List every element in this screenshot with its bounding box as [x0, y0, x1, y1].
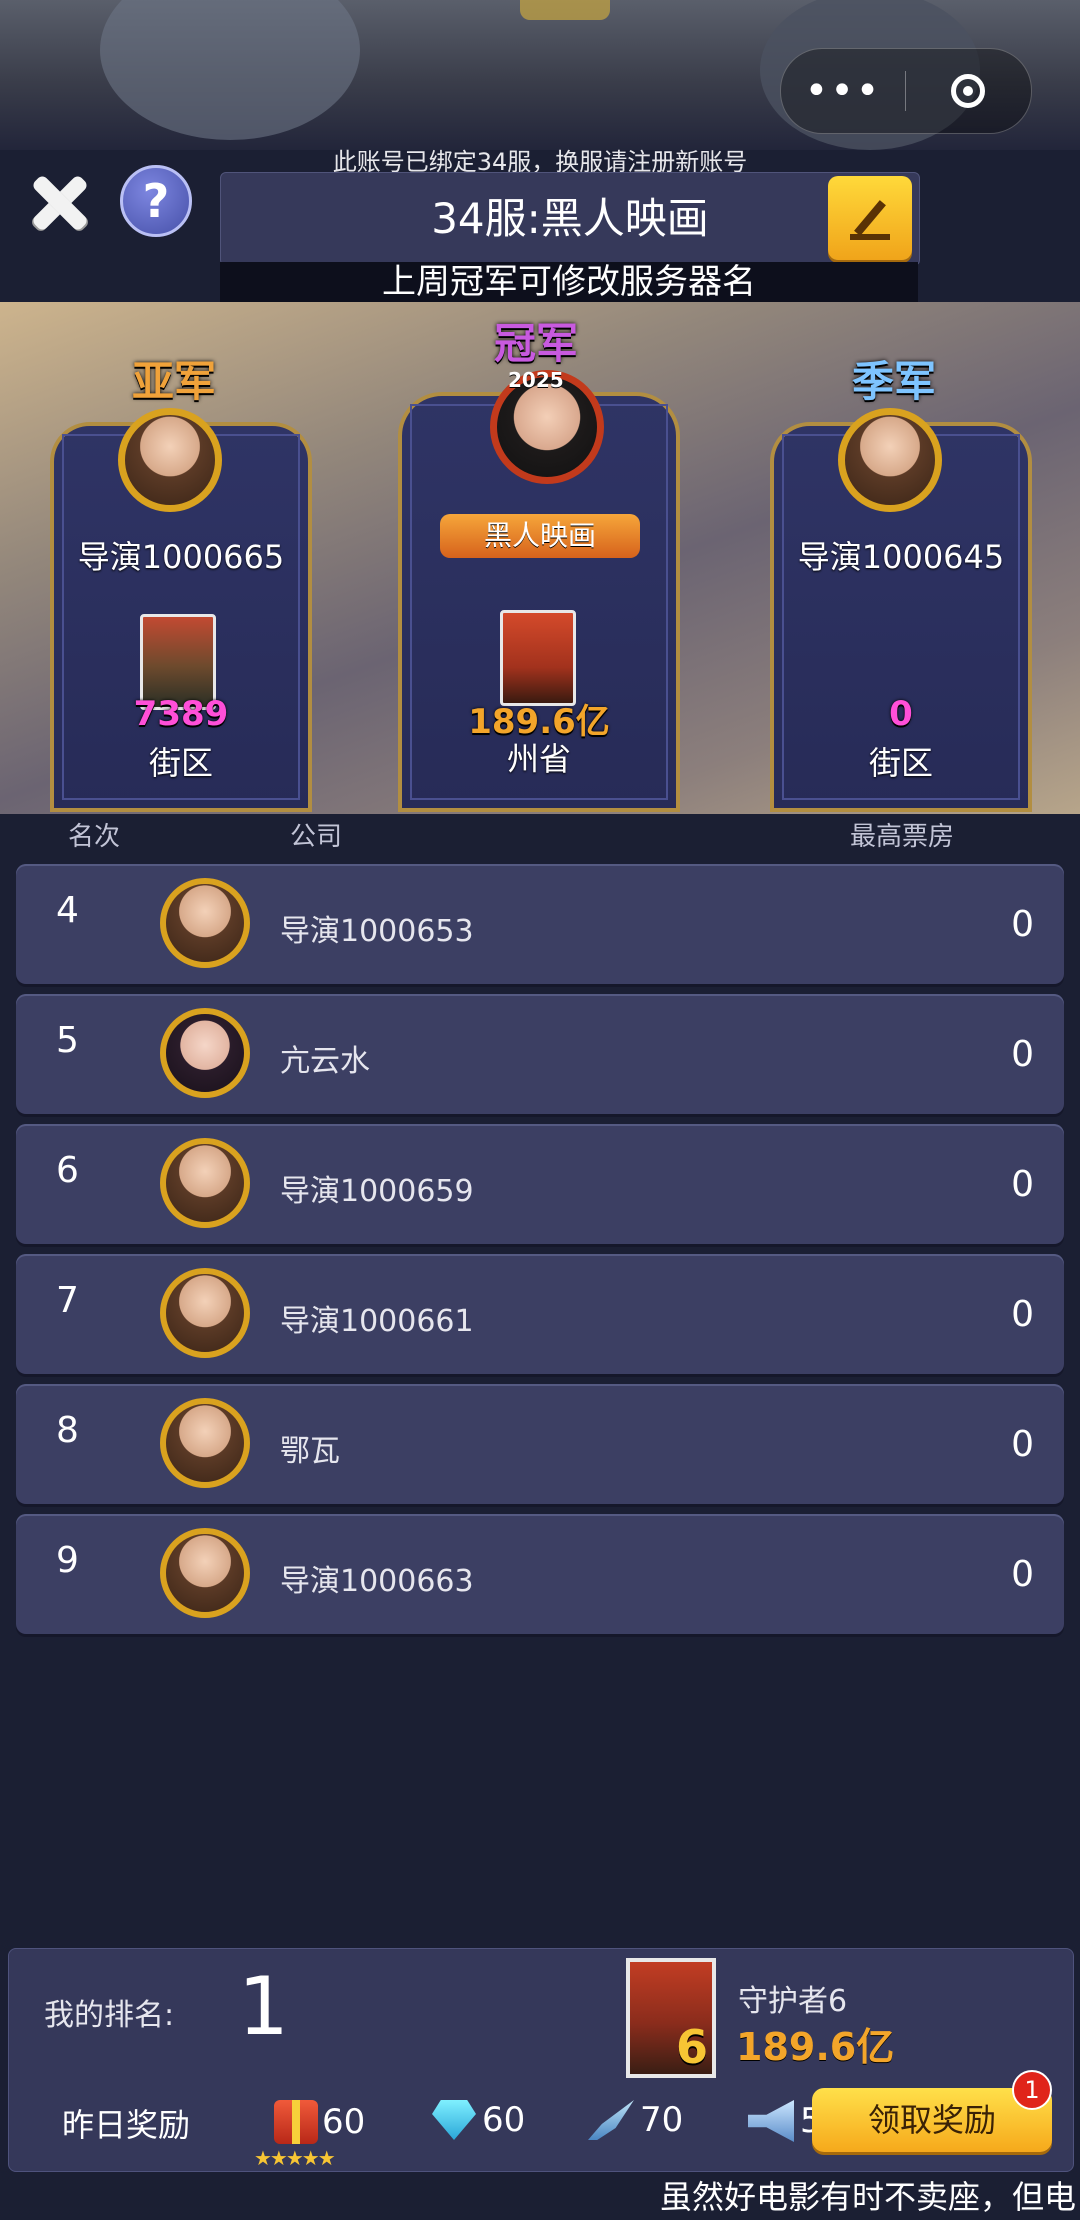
reward-gem: 60 — [432, 2100, 525, 2140]
champion-company-ribbon: 黑人映画 — [440, 514, 640, 558]
table-row[interactable]: 8 鄂瓦 0 — [16, 1384, 1064, 1504]
scrolling-ticker: 虽然好电影有时不卖座，但电 — [660, 2178, 1077, 2216]
avatar[interactable] — [160, 1138, 250, 1228]
row-rank: 8 — [56, 1410, 79, 1451]
row-box-office: 0 — [1011, 1294, 1034, 1335]
reward-gift: 60 — [274, 2100, 365, 2144]
megaphone-icon — [748, 2100, 794, 2142]
reward-pen: 70 — [588, 2100, 683, 2140]
quill-pen-icon — [588, 2100, 634, 2140]
column-box-office: 最高票房 — [850, 822, 955, 852]
close-miniprogram-icon[interactable] — [906, 74, 1030, 108]
row-box-office: 0 — [1011, 1164, 1034, 1205]
gem-icon — [432, 2100, 476, 2140]
row-company: 导演1000661 — [280, 1304, 474, 1339]
column-rank: 名次 — [68, 822, 121, 852]
table-row[interactable]: 4 导演1000653 0 — [16, 864, 1064, 984]
my-movie-title: 守护者6 — [738, 1984, 848, 2019]
table-row[interactable]: 6 导演1000659 0 — [16, 1124, 1064, 1244]
row-company: 鄂瓦 — [280, 1434, 340, 1469]
avatar[interactable] — [160, 878, 250, 968]
first-place-region: 州省 — [506, 740, 571, 778]
third-place-title: 季军 — [852, 357, 937, 406]
yesterday-reward-label: 昨日奖励 — [62, 2106, 191, 2144]
server-name-box: 34服:黑人映画 — [220, 172, 920, 266]
third-place-name: 导演1000645 — [797, 538, 1005, 576]
row-rank: 9 — [56, 1540, 79, 1581]
second-place-box-office: 7389 — [133, 694, 229, 734]
row-company: 导演1000663 — [280, 1564, 474, 1599]
avatar[interactable] — [160, 1008, 250, 1098]
table-row[interactable]: 7 导演1000661 0 — [16, 1254, 1064, 1374]
column-company: 公司 — [290, 822, 343, 852]
row-rank: 7 — [56, 1280, 79, 1321]
row-box-office: 0 — [1011, 1034, 1034, 1075]
star-rating: ★★★★★ — [254, 2146, 336, 2170]
reward-gem-count: 60 — [482, 2100, 526, 2140]
first-place-title: 冠军 — [494, 319, 579, 368]
more-icon[interactable]: ••• — [781, 68, 905, 114]
server-rename-hint: 上周冠军可修改服务器名 — [220, 262, 918, 302]
mini-program-capsule: ••• — [780, 48, 1032, 134]
second-place-name: 导演1000665 — [77, 538, 285, 576]
table-row[interactable]: 9 导演1000663 0 — [16, 1514, 1064, 1634]
reward-gift-count: 60 — [322, 2102, 366, 2142]
row-company: 导演1000659 — [280, 1174, 474, 1209]
row-company: 亢云水 — [280, 1044, 370, 1079]
my-rank-label: 我的排名: — [44, 1998, 175, 2033]
row-rank: 4 — [56, 890, 79, 931]
notification-badge: 1 — [1012, 2070, 1052, 2110]
champion-year-badge: 2025 — [508, 368, 564, 392]
reward-pen-count: 70 — [640, 2100, 684, 2140]
second-place-title: 亚军 — [132, 357, 217, 406]
help-icon[interactable]: ? — [120, 165, 192, 237]
row-rank: 6 — [56, 1150, 79, 1191]
third-place-region: 街区 — [868, 744, 933, 782]
row-box-office: 0 — [1011, 1424, 1034, 1465]
row-box-office: 0 — [1011, 904, 1034, 945]
third-place-avatar[interactable] — [838, 408, 942, 512]
my-movie-poster[interactable]: 6 — [626, 1958, 716, 2078]
edit-server-name-button[interactable] — [828, 176, 912, 260]
avatar[interactable] — [160, 1398, 250, 1488]
row-box-office: 0 — [1011, 1554, 1034, 1595]
first-place-movie-poster[interactable] — [500, 610, 576, 706]
third-place-box-office: 0 — [889, 694, 913, 734]
row-company: 导演1000653 — [280, 914, 474, 949]
my-rank-value: 1 — [238, 1960, 289, 2053]
reward-horn: 5 — [748, 2100, 822, 2142]
second-place-region: 街区 — [148, 744, 213, 782]
row-rank: 5 — [56, 1020, 79, 1061]
close-icon[interactable] — [24, 168, 94, 238]
gift-icon — [274, 2100, 318, 2144]
table-row[interactable]: 5 亢云水 0 — [16, 994, 1064, 1114]
avatar[interactable] — [160, 1528, 250, 1618]
my-box-office: 189.6亿 — [736, 2025, 895, 2069]
second-place-avatar[interactable] — [118, 408, 222, 512]
avatar[interactable] — [160, 1268, 250, 1358]
server-name: 34服:黑人映画 — [431, 194, 709, 243]
poster-number: 6 — [675, 2020, 708, 2074]
